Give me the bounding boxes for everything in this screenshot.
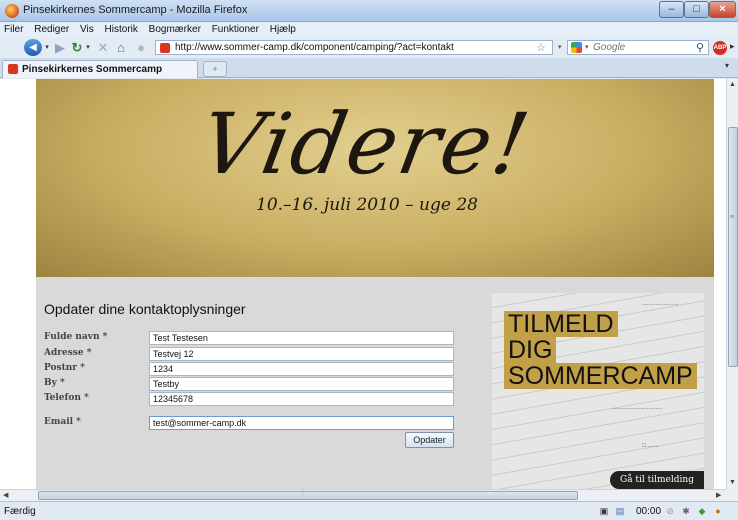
address-input[interactable] — [149, 347, 454, 361]
menu-funktioner[interactable]: Funktioner — [208, 22, 259, 35]
promo-headline-3: SOMMERCAMP — [504, 363, 697, 389]
status-bar: Færdig ▣ ▤ 00:00 ⊘ ✱ ◆ ● — [0, 501, 738, 520]
menu-hjaelp[interactable]: Hjælp — [266, 22, 296, 35]
promo-fineprint: □ ....... — [642, 443, 659, 449]
block-icon[interactable]: ⊘ — [664, 505, 676, 517]
field-label: Fulde navn * — [44, 332, 108, 342]
field-label: Adresse * — [44, 348, 92, 358]
home-icon[interactable]: ⌂ — [114, 39, 128, 56]
promo-fineprint: ...................... — [642, 301, 679, 307]
field-fulde-navn: Fulde navn * — [44, 331, 454, 346]
city-input[interactable] — [149, 377, 454, 391]
promo-headline-1: TILMELD — [504, 311, 618, 337]
header-banner: Videre! 10.–16. juli 2010 – uge 28 — [36, 79, 714, 277]
scroll-left-icon[interactable]: ◀ — [3, 491, 8, 499]
field-by: By * — [44, 377, 454, 392]
tab-pinsekirkernes[interactable]: Pinsekirkernes Sommercamp — [2, 60, 198, 78]
tab-label: Pinsekirkernes Sommercamp — [22, 64, 163, 75]
form-heading: Opdater dine kontaktoplysninger — [44, 301, 246, 317]
maximize-button[interactable]: □ — [684, 1, 709, 18]
search-box[interactable]: ▾ ⚲ — [567, 40, 709, 55]
back-history-dropdown-icon[interactable]: ▾ — [43, 39, 51, 56]
vertical-scrollbar[interactable]: ▲ ≡ ▼ — [726, 79, 738, 489]
adblock-icon[interactable]: ABP — [713, 41, 727, 55]
field-email: Email * — [44, 416, 454, 431]
scrollbar-corner — [726, 489, 738, 501]
url-text[interactable]: http://www.sommer-camp.dk/component/camp… — [175, 42, 454, 53]
tab-list-icon[interactable]: ▾ — [725, 61, 729, 70]
scroll-grip-icon: ⦙ — [302, 488, 304, 497]
site-favicon-icon — [160, 43, 170, 53]
signup-promo[interactable]: ...................... .................… — [492, 293, 704, 489]
promo-fineprint: .............................. — [612, 405, 663, 411]
title-bar[interactable]: Pinsekirkernes Sommercamp - Mozilla Fire… — [0, 0, 738, 22]
horizontal-scrollbar[interactable]: ◀ ⦙ ▶ — [0, 488, 726, 501]
firefox-status-icon[interactable]: ● — [712, 505, 724, 517]
close-button[interactable]: × — [709, 1, 736, 18]
menu-filer[interactable]: Filer — [0, 22, 23, 35]
google-engine-icon[interactable] — [571, 42, 582, 53]
banner-slogan: Videre! — [193, 95, 538, 193]
reload-dropdown-icon[interactable]: ▾ — [84, 39, 92, 56]
stop-icon[interactable]: ✕ — [96, 39, 110, 56]
field-label: Postnr * — [44, 363, 85, 373]
menu-rediger[interactable]: Rediger — [30, 22, 69, 35]
field-label: Email * — [44, 417, 81, 427]
status-text: Færdig — [4, 506, 36, 517]
promo-headline-2: DIG — [504, 337, 557, 363]
full-name-input[interactable] — [149, 331, 454, 345]
bookmark-star-icon[interactable]: ☆ — [536, 41, 546, 54]
scroll-grip-icon: ≡ — [730, 214, 735, 221]
navigation-toolbar: ◀ ▾ ▶ ↻ ▾ ✕ ⌂ ● http://www.sommer-camp.d… — [0, 37, 738, 58]
update-button[interactable]: Opdater — [405, 432, 454, 448]
forward-icon[interactable]: ▶ — [53, 39, 67, 56]
banner-dates: 10.–16. juli 2010 – uge 28 — [256, 195, 478, 215]
monitor-icon[interactable]: ▤ — [614, 505, 626, 517]
download-icon[interactable]: ◆ — [696, 505, 708, 517]
signup-cta-button[interactable]: Gå til tilmelding — [610, 471, 704, 489]
firefox-icon — [5, 4, 19, 18]
browser-window: Pinsekirkernes Sommercamp - Mozilla Fire… — [0, 0, 738, 520]
window-title: Pinsekirkernes Sommercamp - Mozilla Fire… — [23, 4, 248, 16]
search-input[interactable] — [593, 41, 691, 54]
status-circle-icon: ● — [137, 40, 145, 55]
address-bar[interactable]: http://www.sommer-camp.dk/component/camp… — [155, 40, 553, 55]
email-input[interactable] — [149, 416, 454, 430]
field-adresse: Adresse * — [44, 347, 454, 362]
menu-bar: Filer Rediger Vis Historik Bogmærker Fun… — [0, 22, 738, 37]
engine-dropdown-icon[interactable]: ▾ — [585, 43, 589, 51]
page-viewport: Videre! 10.–16. juli 2010 – uge 28 Opdat… — [0, 79, 726, 489]
new-tab-button[interactable]: + — [203, 61, 227, 77]
menu-historik[interactable]: Historik — [101, 22, 138, 35]
minimize-button[interactable]: – — [659, 1, 684, 18]
content-area: Opdater dine kontaktoplysninger Fulde na… — [36, 277, 714, 489]
scroll-down-icon[interactable]: ▼ — [729, 479, 736, 486]
page-info-icon[interactable]: ▣ — [598, 505, 610, 517]
back-icon[interactable]: ◀ — [24, 39, 42, 56]
horizontal-scroll-thumb[interactable] — [38, 491, 578, 500]
search-icon[interactable]: ⚲ — [696, 41, 704, 54]
postcode-input[interactable] — [149, 362, 454, 376]
toolbar-overflow-icon[interactable]: ▸ — [730, 41, 735, 52]
field-label: Telefon * — [44, 393, 89, 403]
status-time: 00:00 — [636, 506, 662, 517]
scroll-up-icon[interactable]: ▲ — [729, 81, 736, 88]
vertical-scroll-thumb[interactable] — [728, 127, 738, 367]
phone-input[interactable] — [149, 392, 454, 406]
addon-icon[interactable]: ✱ — [680, 505, 692, 517]
field-label: By * — [44, 378, 65, 388]
menu-vis[interactable]: Vis — [76, 22, 94, 35]
reload-icon[interactable]: ↻ — [70, 39, 84, 56]
field-telefon: Telefon * — [44, 392, 454, 407]
menu-bogmaerker[interactable]: Bogmærker — [145, 22, 201, 35]
scroll-right-icon[interactable]: ▶ — [716, 491, 721, 499]
tab-bar: Pinsekirkernes Sommercamp + ▾ — [0, 58, 738, 78]
field-postnr: Postnr * — [44, 362, 454, 377]
tab-favicon-icon — [8, 64, 18, 74]
